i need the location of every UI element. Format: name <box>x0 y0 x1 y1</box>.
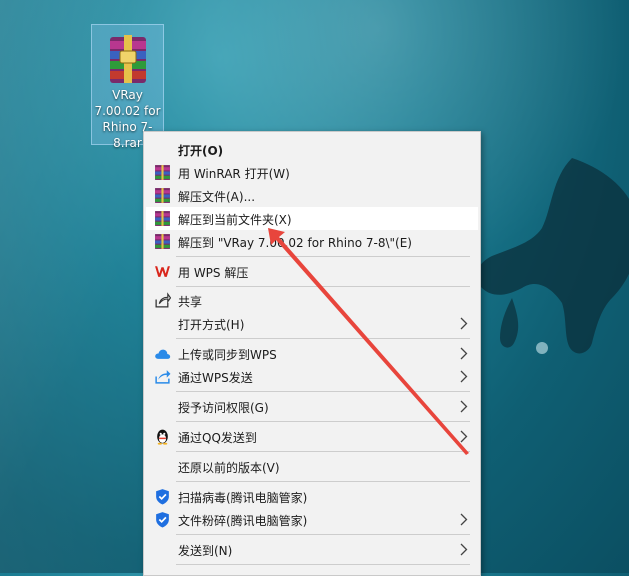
menu-item-label: 发送到(N) <box>178 544 233 558</box>
menu-item-label: 通过QQ发送到 <box>178 431 257 445</box>
shield-icon <box>156 512 169 528</box>
chevron-right-icon <box>460 347 468 360</box>
menu-item-grant-access[interactable]: 授予访问权限(G) <box>146 395 478 418</box>
menu-item-label: 通过WPS发送 <box>178 371 253 385</box>
winrar-icon <box>155 188 170 203</box>
shield-icon <box>156 489 169 505</box>
menu-item-open-with[interactable]: 打开方式(H) <box>146 312 478 335</box>
menu-item-label: 用 WinRAR 打开(W) <box>178 167 290 181</box>
menu-item-label: 上传或同步到WPS <box>178 348 277 362</box>
qq-penguin-icon <box>157 429 168 445</box>
menu-separator <box>176 481 470 482</box>
menu-item-share[interactable]: 共享 <box>146 289 478 312</box>
menu-separator <box>176 391 470 392</box>
cloud-sync-icon <box>155 349 171 359</box>
menu-item-file-shred[interactable]: 文件粉碎(腾讯电脑管家) <box>146 508 478 531</box>
menu-item-label: 解压文件(A)... <box>178 190 256 204</box>
menu-item-extract-files[interactable]: 解压文件(A)... <box>146 184 478 207</box>
menu-item-open-with-winrar[interactable]: 用 WinRAR 打开(W) <box>146 161 478 184</box>
menu-item-extract-here[interactable]: 解压到当前文件夹(X) <box>146 207 478 230</box>
menu-item-wps-extract[interactable]: 用 WPS 解压 <box>146 260 478 283</box>
menu-separator <box>176 338 470 339</box>
winrar-icon <box>155 211 170 226</box>
menu-item-scan-virus[interactable]: 扫描病毒(腾讯电脑管家) <box>146 485 478 508</box>
send-icon <box>155 370 171 384</box>
menu-item-label: 授予访问权限(G) <box>178 401 269 415</box>
menu-item-restore-previous-versions[interactable]: 还原以前的版本(V) <box>146 455 478 478</box>
menu-item-label: 打开(O) <box>178 144 224 158</box>
chevron-right-icon <box>460 430 468 443</box>
menu-separator <box>176 286 470 287</box>
menu-item-label: 解压到当前文件夹(X) <box>178 213 292 227</box>
desktop-file-icon[interactable]: VRay 7.00.02 for Rhino 7-8.rar <box>91 24 164 150</box>
menu-separator <box>176 534 470 535</box>
menu-separator <box>176 564 470 565</box>
menu-item-label: 扫描病毒(腾讯电脑管家) <box>178 491 308 505</box>
winrar-archive-icon <box>109 35 146 83</box>
chevron-right-icon <box>460 400 468 413</box>
menu-item-label: 打开方式(H) <box>178 318 245 332</box>
winrar-icon <box>155 165 170 180</box>
menu-item-upload-sync-wps[interactable]: 上传或同步到WPS <box>146 342 478 365</box>
chevron-right-icon <box>460 543 468 556</box>
menu-separator <box>176 421 470 422</box>
context-menu: 打开(O) 用 WinRAR 打开(W) 解压文件(A)... 解压到当前文件夹… <box>143 131 481 576</box>
menu-item-send-via-wps[interactable]: 通过WPS发送 <box>146 365 478 388</box>
menu-item-label: 文件粉碎(腾讯电脑管家) <box>178 514 308 528</box>
wps-icon <box>155 266 170 277</box>
chevron-right-icon <box>460 317 468 330</box>
chevron-right-icon <box>460 513 468 526</box>
menu-item-label: 还原以前的版本(V) <box>178 461 280 475</box>
winrar-icon <box>155 234 170 249</box>
menu-item-label: 用 WPS 解压 <box>178 266 249 280</box>
menu-item-label: 解压到 "VRay 7.00.02 for Rhino 7-8\"(E) <box>178 236 412 250</box>
menu-item-label: 共享 <box>178 295 203 309</box>
menu-separator <box>176 256 470 257</box>
chevron-right-icon <box>460 370 468 383</box>
share-icon <box>155 292 171 308</box>
menu-item-send-via-qq[interactable]: 通过QQ发送到 <box>146 425 478 448</box>
menu-item-extract-to-folder[interactable]: 解压到 "VRay 7.00.02 for Rhino 7-8\"(E) <box>146 230 478 253</box>
menu-item-send-to[interactable]: 发送到(N) <box>146 538 478 561</box>
menu-separator <box>176 451 470 452</box>
menu-item-open[interactable]: 打开(O) <box>146 138 478 161</box>
